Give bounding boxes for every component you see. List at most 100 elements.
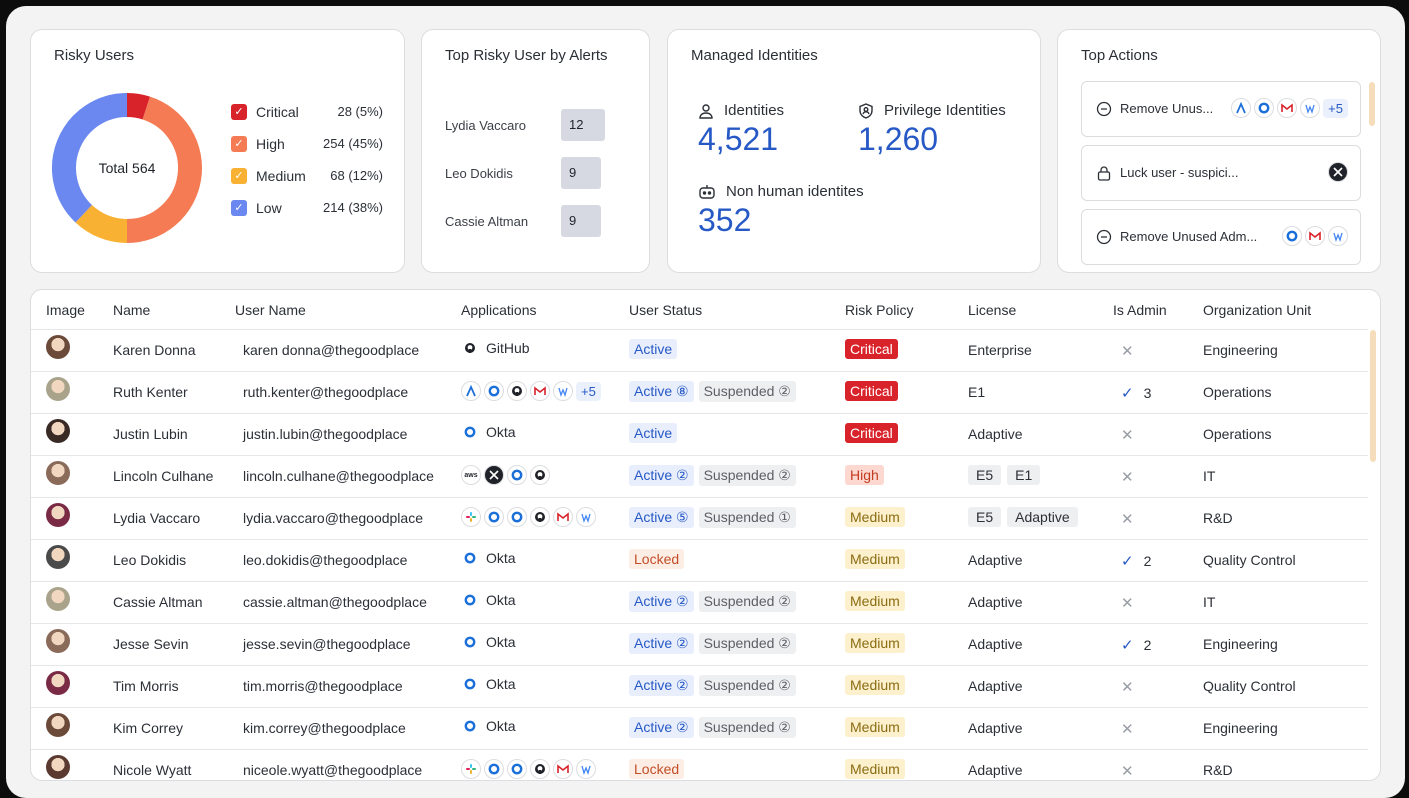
- shield-user-icon: [858, 102, 874, 119]
- user-name: Justin Lubin: [113, 426, 188, 442]
- robot-icon: [698, 184, 716, 200]
- donut-slice-critical[interactable]: [126, 93, 151, 120]
- donut-slice-medium[interactable]: [75, 204, 128, 243]
- action-item[interactable]: Remove Unus... +5: [1081, 81, 1361, 137]
- status-badge-susp: Suspended ②: [698, 717, 796, 738]
- legend-item-high[interactable]: ✓ High 254 (45%): [231, 134, 383, 166]
- legend-item-critical[interactable]: ✓ Critical 28 (5%): [231, 102, 383, 134]
- application-name: Okta: [486, 592, 516, 608]
- column-header-user-name[interactable]: User Name: [235, 302, 306, 318]
- user-status-cell: Active ⑤ Suspended ①: [629, 507, 801, 528]
- avatar: [46, 335, 70, 359]
- applications-cell[interactable]: GitHub: [461, 339, 530, 357]
- admin-count: 2: [1143, 637, 1152, 653]
- user-email: lincoln.culhane@thegoodplace: [243, 468, 434, 484]
- alert-count-bar: 12: [561, 109, 605, 141]
- table-row[interactable]: Jesse Sevin jesse.sevin@thegoodplace Okta A…: [31, 623, 1368, 665]
- table-row[interactable]: Nicole Wyatt niceole.wyatt@thegoodplace Lo…: [31, 749, 1368, 780]
- x-icon: ✕: [1121, 595, 1134, 612]
- legend-checkbox[interactable]: ✓: [231, 168, 247, 184]
- license-text: Adaptive: [968, 426, 1023, 442]
- legend-label: High: [256, 136, 285, 152]
- x-icon: ✕: [1121, 511, 1134, 528]
- risk-policy-cell: Medium: [845, 675, 910, 695]
- status-badge-locked: Locked: [629, 549, 685, 569]
- column-header-license[interactable]: License: [968, 302, 1016, 318]
- applications-cell[interactable]: [461, 507, 596, 527]
- column-header-user-status[interactable]: User Status: [629, 302, 702, 318]
- license-text: Adaptive: [968, 720, 1023, 736]
- table-scrollbar[interactable]: [1370, 330, 1376, 462]
- applications-cell[interactable]: Okta: [461, 423, 516, 441]
- applications-cell[interactable]: Okta: [461, 717, 516, 735]
- risk-badge: Critical: [845, 381, 898, 401]
- organization-unit: R&D: [1203, 762, 1233, 778]
- column-header-image[interactable]: Image: [46, 302, 85, 318]
- table-row[interactable]: Justin Lubin justin.lubin@thegoodplace Okt…: [31, 413, 1368, 455]
- user-status-cell: Locked: [629, 759, 689, 779]
- status-badge-susp: Suspended ②: [698, 591, 796, 612]
- donut-total-label: Total 564: [99, 160, 156, 176]
- table-row[interactable]: Lydia Vaccaro lydia.vaccaro@thegoodplace A…: [31, 497, 1368, 539]
- legend-checkbox[interactable]: ✓: [231, 104, 247, 120]
- risk-policy-cell: Critical: [845, 339, 903, 359]
- table-row[interactable]: Karen Donna karen donna@thegoodplace GitHu…: [31, 329, 1368, 371]
- legend-label: Critical: [256, 104, 299, 120]
- column-header-is-admin[interactable]: Is Admin: [1113, 302, 1167, 318]
- table-row[interactable]: Tim Morris tim.morris@thegoodplace Okta Act…: [31, 665, 1368, 707]
- legend-item-low[interactable]: ✓ Low 214 (38%): [231, 198, 383, 230]
- applications-cell[interactable]: aws: [461, 465, 550, 485]
- is-admin-cell: ✕: [1121, 594, 1134, 612]
- table-row[interactable]: Ruth Kenter ruth.kenter@thegoodplace +5 Act…: [31, 371, 1368, 413]
- table-row[interactable]: Lincoln Culhane lincoln.culhane@thegoodpl…: [31, 455, 1368, 497]
- applications-cell[interactable]: +5: [461, 381, 601, 401]
- column-header-applications[interactable]: Applications: [461, 302, 537, 318]
- workspace-icon: [553, 381, 573, 401]
- legend-item-medium[interactable]: ✓ Medium 68 (12%): [231, 166, 383, 198]
- x-icon: ✕: [1121, 469, 1134, 486]
- license-text: Enterprise: [968, 342, 1032, 358]
- legend-label: Medium: [256, 168, 306, 184]
- is-admin-cell: ✓ 2: [1121, 552, 1151, 570]
- top-actions-card: Top Actions Remove Unus... +5 Luck user - …: [1057, 29, 1381, 273]
- license-chip: Adaptive: [1007, 507, 1078, 527]
- user-email: cassie.altman@thegoodplace: [243, 594, 427, 610]
- identities-block: Identities 4,521: [698, 102, 784, 158]
- action-item[interactable]: Remove Unused Adm...: [1081, 209, 1361, 265]
- user-name: Lincoln Culhane: [113, 468, 214, 484]
- status-badge-active: Active ⑧: [629, 381, 694, 402]
- applications-cell[interactable]: Okta: [461, 591, 516, 609]
- action-label: Luck user - suspici...: [1120, 165, 1239, 180]
- avatar: [46, 587, 70, 611]
- okta-icon: [507, 759, 527, 779]
- more-apps-badge[interactable]: +5: [576, 381, 601, 401]
- license-cell: E5 Adaptive: [968, 507, 1084, 527]
- license-cell: E1: [968, 384, 985, 400]
- license-cell: Adaptive: [968, 552, 1022, 568]
- applications-cell[interactable]: [461, 759, 596, 779]
- legend-checkbox[interactable]: ✓: [231, 200, 247, 216]
- workspace-icon: [1328, 226, 1348, 246]
- applications-cell[interactable]: Okta: [461, 675, 516, 693]
- applications-cell[interactable]: Okta: [461, 633, 516, 651]
- column-header-risk-policy[interactable]: Risk Policy: [845, 302, 913, 318]
- user-name: Ruth Kenter: [113, 384, 188, 400]
- column-header-organization-unit[interactable]: Organization Unit: [1203, 302, 1311, 318]
- user-status-cell: Active ② Suspended ②: [629, 465, 801, 486]
- admin-count: 3: [1143, 385, 1152, 401]
- more-apps-badge[interactable]: +5: [1323, 98, 1348, 118]
- action-item[interactable]: Luck user - suspici...: [1081, 145, 1361, 201]
- license-cell: Adaptive: [968, 426, 1022, 442]
- license-cell: Adaptive: [968, 762, 1022, 778]
- table-row[interactable]: Cassie Altman cassie.altman@thegoodplace O…: [31, 581, 1368, 623]
- risk-badge: Medium: [845, 633, 905, 653]
- table-row[interactable]: Leo Dokidis leo.dokidis@thegoodplace Okta L…: [31, 539, 1368, 581]
- license-cell: Adaptive: [968, 720, 1022, 736]
- table-row[interactable]: Kim Correy kim.correy@thegoodplace Okta Act…: [31, 707, 1368, 749]
- legend-checkbox[interactable]: ✓: [231, 136, 247, 152]
- column-header-name[interactable]: Name: [113, 302, 150, 318]
- top-actions-scrollbar[interactable]: [1369, 82, 1375, 126]
- is-admin-cell: ✓ 3: [1121, 384, 1151, 402]
- legend-value: 254 (45%): [323, 136, 383, 151]
- applications-cell[interactable]: Okta: [461, 549, 516, 567]
